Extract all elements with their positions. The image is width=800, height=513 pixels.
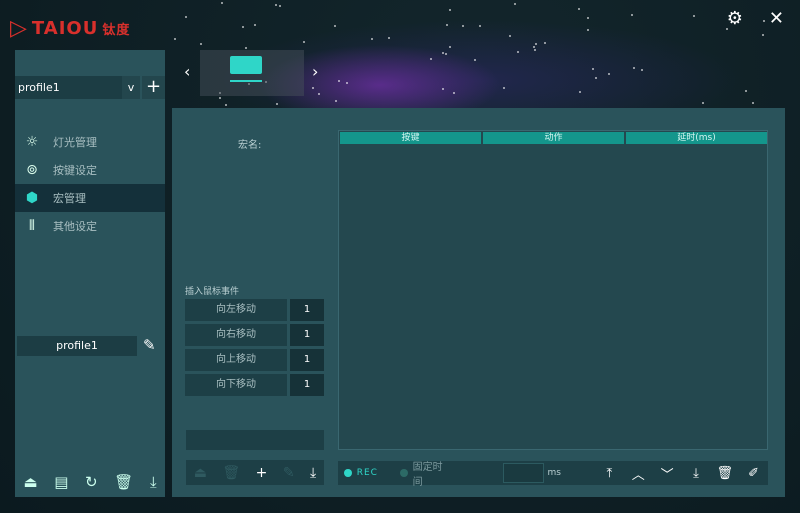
move-left-button[interactable]: 向左移动 — [185, 299, 287, 321]
clear-brush-icon[interactable]: ✐ — [739, 466, 768, 481]
macro-panel: 宏名: 按键 动作 延时(ms) 插入鼠标事件 向左移动 1 向右移动 1 向上… — [172, 108, 785, 497]
fixed-time-radio[interactable] — [399, 469, 408, 477]
star — [452, 91, 455, 94]
star — [444, 53, 447, 56]
sidebar-item-label: 灯光管理 — [53, 136, 97, 149]
prev-device-button[interactable]: ‹ — [184, 62, 190, 81]
selected-indicator — [230, 80, 262, 82]
sidebar-item-keys[interactable]: ⊚ 按键设定 — [15, 156, 165, 184]
star — [244, 46, 247, 49]
move-up-value[interactable]: 1 — [290, 349, 324, 371]
star — [702, 101, 705, 104]
star — [333, 24, 336, 27]
trash-icon[interactable]: 🗑 — [710, 466, 739, 481]
box-icon: ⬢ — [25, 190, 39, 206]
move-up-button[interactable]: 向上移动 — [185, 349, 287, 371]
close-icon[interactable]: ✕ — [769, 8, 784, 29]
add-macro-icon[interactable]: + — [256, 465, 268, 481]
keyboard-icon — [230, 56, 262, 74]
move-up-icon[interactable]: ︿ — [624, 464, 653, 483]
profile-select[interactable]: profile1 v — [15, 76, 140, 99]
move-top-icon[interactable]: ⤒ — [595, 466, 624, 481]
export-macro-icon[interactable]: ⤓ — [310, 465, 316, 481]
next-device-button[interactable]: › — [312, 62, 318, 81]
sidebar-item-label: 宏管理 — [53, 192, 86, 205]
export-icon[interactable]: ⤓ — [150, 473, 157, 491]
column-header-action: 动作 — [483, 132, 624, 144]
move-right-value[interactable]: 1 — [290, 324, 324, 346]
import-macro-icon[interactable]: ⏏ — [194, 465, 207, 481]
bulb-icon: ☼ — [25, 134, 39, 150]
star — [199, 43, 202, 46]
device-keyboard[interactable] — [200, 50, 304, 96]
brand-name-cn: 钛度 — [102, 23, 131, 38]
document-icon[interactable]: ▤ — [54, 473, 68, 491]
move-down-button[interactable]: 向下移动 — [185, 374, 287, 396]
star — [479, 24, 482, 27]
sidebar-item-label: 其他设定 — [53, 220, 97, 233]
logo: ▷ TAIOU 钛度 — [10, 16, 130, 41]
move-right-button[interactable]: 向右移动 — [185, 324, 287, 346]
edit-macro-icon[interactable]: ✎ — [283, 465, 295, 481]
sidebar-item-lighting[interactable]: ☼ 灯光管理 — [15, 128, 165, 156]
keys-icon: ⊚ — [26, 162, 38, 178]
sidebar: profile1 v + ☼ 灯光管理 ⊚ 按键设定 ⬢ 宏管理 ⫴ 其他设定 profi… — [15, 50, 165, 497]
rec-label: REC — [356, 468, 378, 478]
star — [429, 57, 432, 60]
ms-label: ms — [547, 468, 561, 478]
move-down-icon[interactable]: ﹀ — [653, 464, 682, 483]
star — [640, 68, 643, 71]
profile-name[interactable]: profile1 — [17, 336, 137, 356]
star — [586, 16, 589, 19]
star — [274, 3, 277, 6]
sliders-icon: ⫴ — [29, 218, 35, 234]
macro-name-input[interactable] — [186, 430, 324, 450]
reset-icon[interactable]: ↻ — [85, 473, 98, 491]
star — [241, 25, 244, 28]
fixed-time-label: 固定时间 — [412, 462, 443, 488]
move-down-value[interactable]: 1 — [290, 374, 324, 396]
edit-icon[interactable]: ✎ — [143, 336, 156, 354]
insert-mouse-event-label: 插入鼠标事件 — [185, 287, 240, 297]
move-bottom-icon[interactable]: ⤓ — [682, 466, 711, 481]
star — [370, 37, 373, 40]
delete-macro-icon[interactable]: 🗑 — [222, 465, 240, 481]
star — [461, 24, 464, 27]
add-profile-button[interactable]: + — [142, 76, 165, 99]
sidebar-item-other[interactable]: ⫴ 其他设定 — [15, 212, 165, 240]
logo-triangle-icon: ▷ — [10, 16, 28, 41]
star — [509, 34, 512, 37]
import-icon[interactable]: ⏏ — [23, 473, 37, 491]
star — [220, 2, 223, 5]
profile-select-value: profile1 — [18, 81, 60, 94]
star — [513, 2, 516, 5]
column-header-key: 按键 — [340, 132, 481, 144]
column-header-delay: 延时(ms) — [626, 132, 767, 144]
gear-icon[interactable]: ⚙ — [727, 8, 743, 29]
sidebar-item-label: 按键设定 — [53, 164, 97, 177]
rec-radio[interactable] — [344, 469, 352, 477]
star — [317, 92, 320, 95]
star — [577, 8, 580, 11]
macro-name-label: 宏名: — [238, 140, 262, 151]
fixed-time-input[interactable] — [503, 463, 544, 483]
star — [474, 58, 477, 61]
move-left-value[interactable]: 1 — [290, 299, 324, 321]
star — [630, 13, 633, 16]
star — [388, 36, 391, 39]
brand-name: TAIOU — [31, 18, 99, 39]
sidebar-item-macro[interactable]: ⬢ 宏管理 — [15, 184, 165, 212]
chevron-down-icon[interactable]: v — [122, 76, 140, 99]
trash-icon[interactable]: 🗑 — [114, 473, 133, 491]
star — [441, 52, 444, 55]
macro-table[interactable]: 按键 动作 延时(ms) — [338, 130, 768, 450]
